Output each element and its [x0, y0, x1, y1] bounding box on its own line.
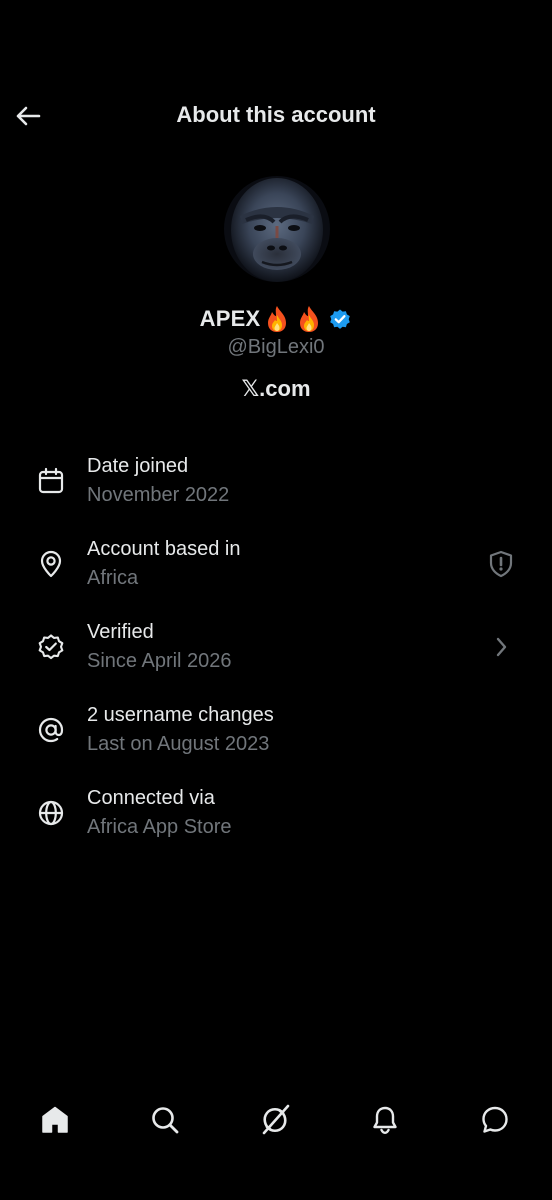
- at-sign-icon: [34, 713, 68, 747]
- date-joined-row: Date joined November 2022: [0, 440, 552, 523]
- username-changes-row: 2 username changes Last on August 2023: [0, 689, 552, 772]
- row-title: Date joined: [87, 455, 189, 477]
- display-name-row: APEX: [0, 303, 552, 335]
- location-pin-icon: [34, 547, 68, 581]
- home-icon: [42, 1106, 68, 1133]
- row-subtitle: Last on August 2023: [87, 733, 270, 755]
- nav-grok[interactable]: [257, 1102, 293, 1138]
- row-subtitle: Since April 2026: [87, 650, 232, 672]
- verified-row[interactable]: Verified Since April 2026: [0, 606, 552, 689]
- avatar-image: [224, 176, 330, 282]
- account-info-list: Date joined November 2022 Account based …: [0, 440, 552, 855]
- globe-icon: [34, 796, 68, 830]
- nav-notifications[interactable]: [367, 1102, 403, 1138]
- bell-icon: [373, 1106, 397, 1135]
- connected-via-row: Connected via Africa App Store: [0, 772, 552, 855]
- row-subtitle: Africa: [87, 567, 139, 589]
- display-name: APEX: [199, 306, 261, 331]
- row-title: Verified: [87, 621, 154, 643]
- nav-search[interactable]: [147, 1102, 183, 1138]
- nav-home[interactable]: [37, 1102, 73, 1138]
- row-title: Account based in: [87, 538, 241, 560]
- messages-icon: [482, 1106, 508, 1133]
- row-subtitle: November 2022: [87, 484, 230, 506]
- shield-icon[interactable]: [484, 547, 518, 581]
- fire-emoji-icon: [300, 306, 319, 332]
- row-subtitle: Africa App Store: [87, 816, 232, 838]
- site-label: 𝕏.com: [241, 376, 311, 401]
- verified-check-icon[interactable]: [328, 307, 352, 331]
- grok-icon: [262, 1104, 290, 1135]
- user-handle: @BigLexi0: [227, 336, 325, 358]
- calendar-icon: [34, 464, 68, 498]
- verified-badge-icon: [34, 630, 68, 664]
- row-title: 2 username changes: [87, 704, 274, 726]
- account-based-in-row: Account based in Africa: [0, 523, 552, 606]
- nav-messages[interactable]: [477, 1102, 513, 1138]
- avatar[interactable]: [224, 176, 330, 282]
- fire-emoji-icon: [268, 306, 287, 332]
- search-icon: [152, 1107, 179, 1134]
- bottom-navigation: [0, 1090, 552, 1150]
- page-title: About this account: [176, 102, 376, 127]
- top-bar: About this account: [0, 88, 552, 144]
- row-title: Connected via: [87, 787, 215, 809]
- chevron-right-icon[interactable]: [484, 630, 518, 664]
